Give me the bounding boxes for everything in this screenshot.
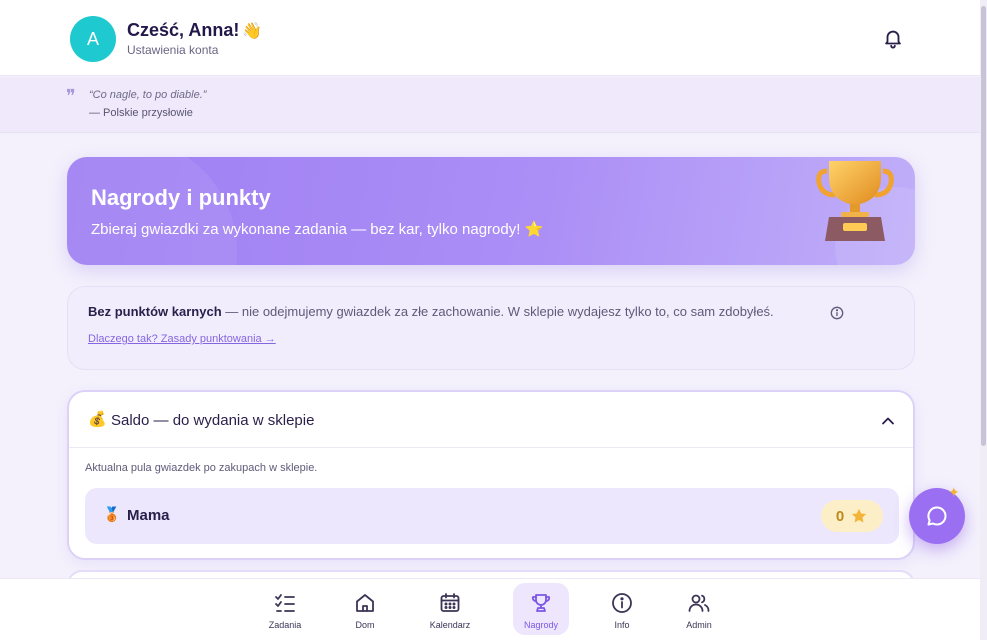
quote-banner: ❞ “Co nagle, to po diable.” — Polskie pr… [0, 77, 980, 133]
wave-icon: 👋 [242, 23, 263, 40]
home-icon [356, 594, 374, 612]
bottom-navigation: Zadania Dom Kalendarz Nagrody Info Admin [0, 578, 980, 640]
money-bag-icon: 💰 [88, 411, 107, 428]
balance-description: Aktualna pula gwiazdek po zakupach w skl… [85, 462, 318, 474]
nav-label: Nagrody [523, 620, 559, 630]
nav-item-admin[interactable]: Admin [671, 583, 727, 635]
nav-item-dom[interactable]: Dom [337, 583, 393, 635]
quote-source: — Polskie przysłowie [89, 107, 193, 119]
hero-subtitle: Zbieraj gwiazdki za wykonane zadania — b… [91, 221, 544, 238]
balance-card: 💰 Saldo — do wydania w sklepie Aktualna … [67, 390, 915, 560]
rewards-hero-banner: Nagrody i punkty Zbieraj gwiazdki za wyk… [67, 157, 915, 265]
nav-item-zadania[interactable]: Zadania [257, 583, 313, 635]
balance-card-header[interactable]: 💰 Saldo — do wydania w sklepie [69, 392, 913, 448]
greeting-text: Cześć, Anna! [127, 20, 240, 40]
bell-icon[interactable] [882, 27, 904, 49]
quote-text: “Co nagle, to po diable.” [89, 89, 207, 101]
star-count: 0 [835, 507, 845, 525]
chevron-up-icon[interactable] [881, 414, 895, 428]
nav-label: Dom [355, 620, 375, 630]
nav-label: Admin [686, 620, 712, 630]
sparkle-icon: ✦ [948, 484, 960, 500]
users-icon [688, 594, 710, 612]
trophy-icon [531, 594, 551, 612]
hero-title: Nagrody i punkty [91, 185, 271, 210]
scoring-rules-link[interactable]: Dlaczego tak? Zasady punktowania → [88, 333, 276, 345]
medal-icon: 🥉 [103, 506, 121, 522]
user-avatar[interactable]: A [70, 16, 116, 62]
nav-item-info[interactable]: Info [594, 583, 650, 635]
checklist-icon [275, 594, 295, 612]
no-penalty-info-card: Bez punktów karnych — nie odejmujemy gwi… [67, 286, 915, 370]
member-row: 🥉 Mama 0 [85, 488, 899, 544]
nav-label: Info [614, 620, 630, 630]
star-icon [852, 508, 867, 523]
calendar-icon [440, 593, 460, 612]
nav-item-nagrody[interactable]: Nagrody [513, 583, 569, 635]
member-name: Mama [127, 507, 170, 524]
nav-item-kalendarz[interactable]: Kalendarz [422, 583, 478, 635]
info-bold: Bez punktów karnych [88, 304, 222, 319]
scrollbar-thumb[interactable] [981, 6, 986, 446]
info-icon [612, 593, 632, 613]
greeting-title: Cześć, Anna! 👋 [127, 20, 262, 41]
quote-icon: ❞ [66, 86, 76, 107]
trophy-icon [816, 161, 894, 241]
info-text: Bez punktów karnych — nie odejmujemy gwi… [88, 304, 774, 319]
account-settings-link[interactable]: Ustawienia konta [127, 43, 218, 57]
chat-bubble-icon [927, 506, 947, 526]
nav-label: Zadania [268, 620, 302, 630]
info-body: — nie odejmujemy gwiazdek za złe zachowa… [221, 304, 774, 319]
nav-label: Kalendarz [429, 620, 471, 630]
info-circle-icon[interactable] [830, 306, 844, 320]
star-balance-badge: 0 [821, 500, 883, 532]
app-header: A Cześć, Anna! 👋 Ustawienia konta [0, 0, 980, 76]
balance-title: Saldo — do wydania w sklepie [111, 412, 315, 429]
